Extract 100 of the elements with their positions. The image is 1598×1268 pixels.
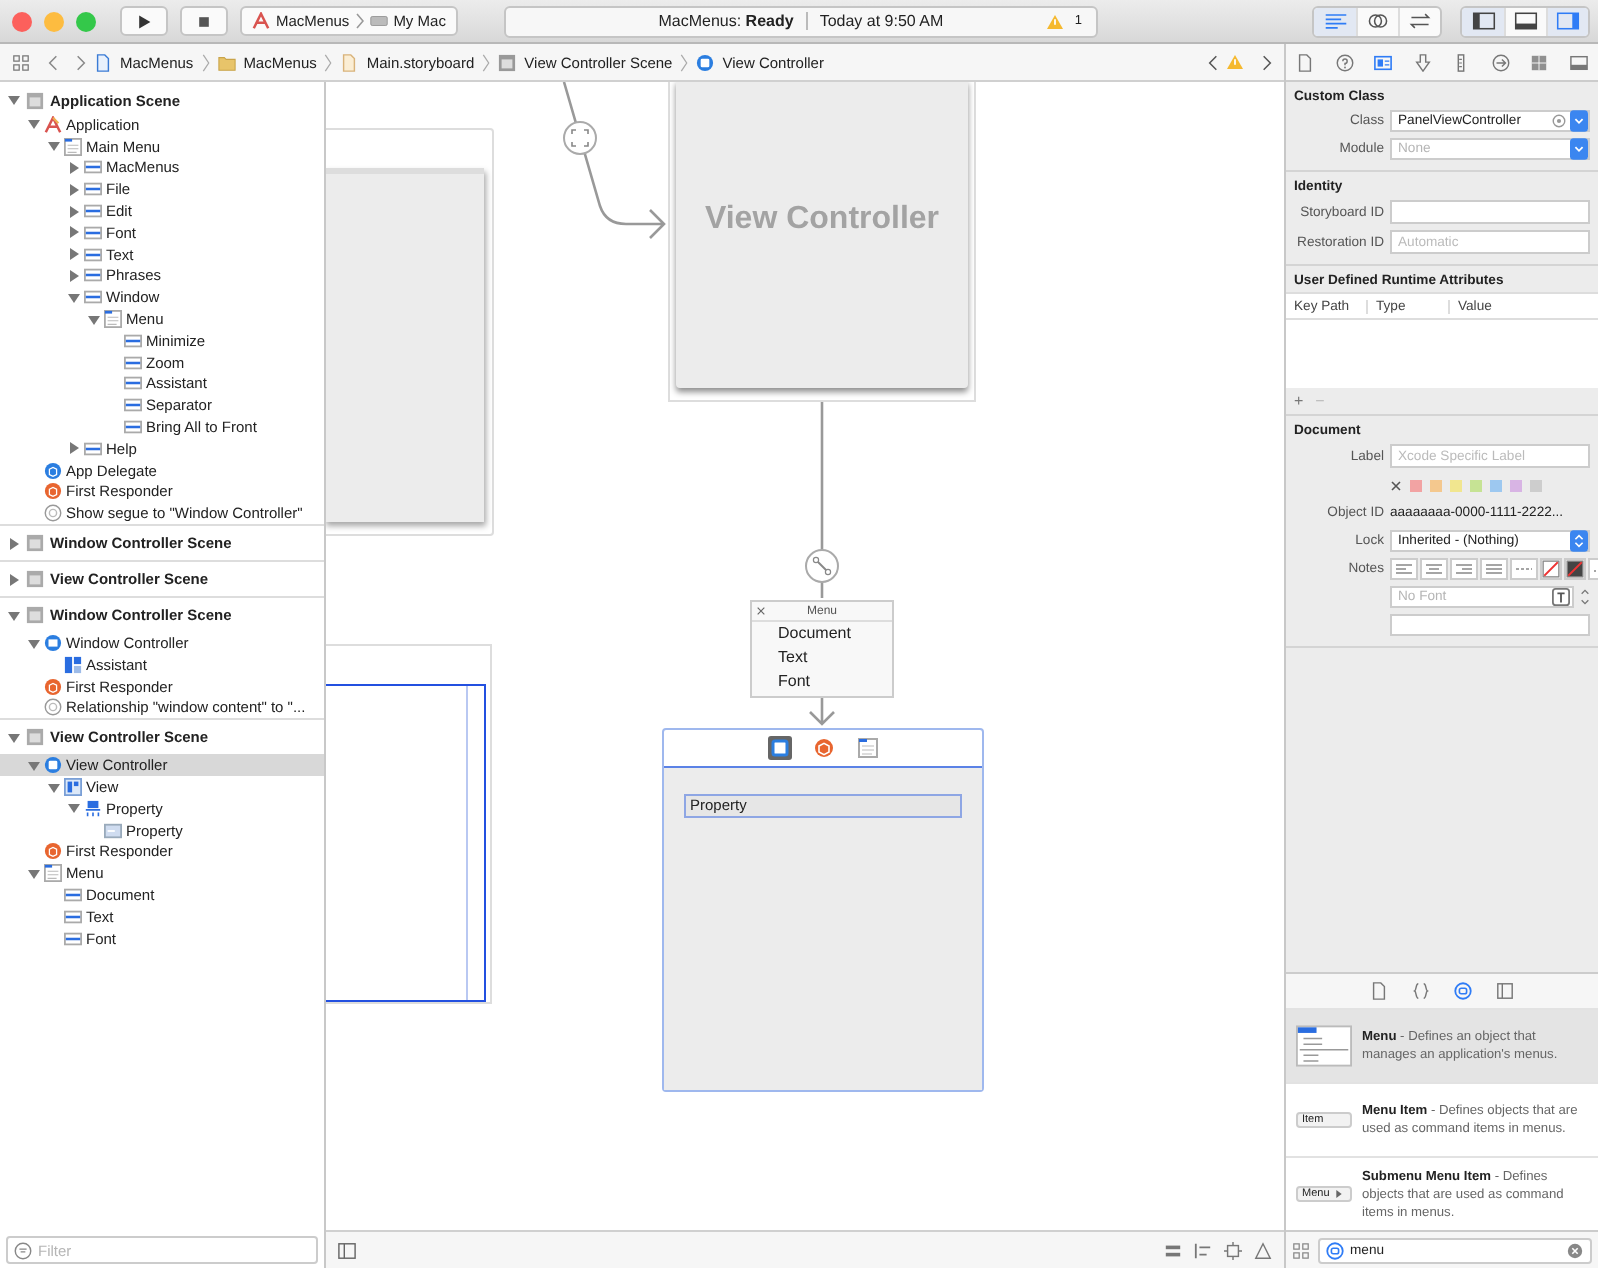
color-swatch[interactable] (1430, 479, 1442, 491)
disclosure-triangle[interactable] (68, 291, 80, 304)
storyboard-id-field[interactable] (1390, 200, 1590, 224)
previous-issue-icon[interactable] (1208, 53, 1218, 71)
color-swatch[interactable] (1510, 479, 1522, 491)
disclosure-triangle[interactable] (8, 94, 20, 106)
disclosure-triangle[interactable] (8, 609, 20, 622)
menu-item[interactable]: Font (752, 670, 892, 694)
disclosure-triangle[interactable] (8, 731, 20, 744)
disclosure-triangle[interactable] (68, 205, 80, 218)
view-controller-icon[interactable] (767, 736, 791, 760)
disclosure-triangle[interactable] (68, 183, 80, 196)
cube-icon (44, 842, 62, 861)
inspector-tab[interactable] (1296, 53, 1315, 71)
segue-icon[interactable] (563, 121, 597, 155)
menu-icon[interactable] (855, 736, 879, 760)
rings-icon (1366, 12, 1390, 30)
panel-toggle-button[interactable] (1462, 7, 1504, 35)
stop-icon (196, 13, 212, 29)
color-none-icon[interactable] (1540, 558, 1562, 580)
right-panel-icon (1556, 12, 1580, 30)
cube-icon[interactable] (811, 736, 835, 760)
no-color-icon[interactable] (1390, 479, 1402, 491)
chevron-icon (355, 12, 364, 30)
toolbar-item-icon (64, 655, 82, 674)
inspector-tab[interactable] (1374, 53, 1393, 71)
stack-icon[interactable] (1164, 1241, 1182, 1259)
chevron-icon (482, 53, 491, 71)
back-icon[interactable] (48, 53, 58, 71)
run-button[interactable] (120, 6, 168, 36)
panel-toggle-button[interactable] (1546, 7, 1588, 35)
menu-item[interactable]: Text (752, 646, 892, 670)
disclosure-triangle[interactable] (28, 759, 40, 772)
disclosure-triangle[interactable] (48, 781, 60, 794)
disclosure-triangle[interactable] (28, 118, 40, 131)
align-icon[interactable] (1420, 558, 1448, 580)
sidebar-toggle-icon[interactable] (338, 1241, 356, 1259)
notes-field[interactable] (1390, 614, 1590, 636)
color-swatch[interactable] (1530, 479, 1542, 491)
disclosure-triangle[interactable] (68, 269, 80, 282)
project-icon (94, 53, 112, 71)
stepper-icon[interactable] (1580, 586, 1590, 608)
close-icon[interactable] (756, 606, 766, 616)
color-none-icon[interactable] (1564, 558, 1586, 580)
forward-icon[interactable] (76, 53, 86, 71)
identity-icon (1374, 53, 1393, 71)
grid-icon[interactable] (12, 53, 30, 71)
next-issue-icon[interactable] (1262, 53, 1272, 71)
object-icon (1326, 1241, 1344, 1259)
close-button[interactable] (12, 11, 32, 31)
inspector-tab[interactable] (1569, 53, 1588, 71)
disclosure-triangle[interactable] (68, 442, 80, 455)
disclosure-triangle[interactable] (68, 161, 80, 174)
inspector-tab[interactable] (1491, 53, 1510, 71)
scene-placeholder-title: View Controller (704, 202, 940, 238)
file-icon (1370, 982, 1388, 1000)
inspector-tab[interactable] (1413, 53, 1432, 71)
color-swatch[interactable] (1490, 479, 1502, 491)
disclosure-triangle[interactable] (88, 313, 100, 326)
grid-icon[interactable] (1292, 1241, 1310, 1259)
view-controller-icon (696, 53, 715, 71)
library-tab[interactable] (1412, 982, 1430, 1000)
triangle-icon[interactable] (1254, 1241, 1272, 1259)
scene-icon (26, 728, 44, 747)
disclosure-triangle[interactable] (8, 537, 20, 550)
library-tab[interactable] (1496, 982, 1514, 1000)
property-icon (84, 799, 102, 818)
disclosure-triangle[interactable] (68, 226, 80, 239)
align-icon[interactable] (1390, 558, 1418, 580)
clear-icon[interactable] (1566, 1241, 1584, 1259)
library-tab[interactable] (1454, 982, 1472, 1000)
library-tab[interactable] (1370, 982, 1388, 1000)
disclosure-triangle[interactable] (8, 573, 20, 586)
cube-icon (44, 482, 62, 501)
align-icon[interactable] (1450, 558, 1478, 580)
connections-icon (1491, 53, 1510, 71)
clear-icon[interactable] (1552, 114, 1566, 128)
color-swatch[interactable] (1410, 479, 1422, 491)
disclosure-triangle[interactable] (48, 140, 60, 153)
color-swatch[interactable] (1470, 479, 1482, 491)
effects-icon (1569, 53, 1588, 71)
relationship-icon[interactable] (805, 549, 839, 583)
color-swatch[interactable] (1450, 479, 1462, 491)
menu-icon (44, 864, 62, 883)
pin-icon[interactable] (1224, 1241, 1242, 1259)
disclosure-triangle[interactable] (28, 867, 40, 880)
align-icon[interactable] (1194, 1241, 1212, 1259)
add-button[interactable]: + (1294, 392, 1304, 410)
bottom-panel-icon (1514, 12, 1538, 30)
disclosure-triangle[interactable] (28, 637, 40, 650)
disclosure-triangle[interactable] (68, 248, 80, 261)
disclosure-triangle[interactable] (68, 802, 80, 815)
status-text: MacMenus: Ready (658, 12, 808, 30)
menu-item[interactable]: Document (752, 622, 892, 646)
font-picker-icon[interactable] (1552, 588, 1570, 606)
stop-button[interactable] (180, 6, 228, 36)
align-icon[interactable] (1480, 558, 1508, 580)
editor-mode-button[interactable] (1314, 7, 1356, 35)
dashes-icon[interactable] (1510, 558, 1538, 580)
inspector-tab[interactable] (1335, 53, 1354, 71)
